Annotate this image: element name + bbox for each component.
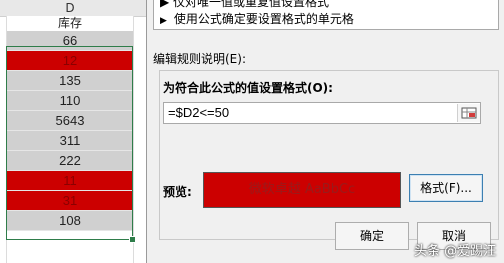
table-cell[interactable]: 31 [7,191,133,211]
gridline [133,16,134,263]
table-cell[interactable]: 108 [7,211,133,231]
watermark-text: 头条 @爱踢汪 [414,244,497,259]
column-header[interactable]: D [0,0,146,17]
rule-type-list[interactable]: ▶ 仅对唯一值或重复值设置格式 ▶ 使用公式确定要设置格式的单元格 [153,0,499,30]
table-cell[interactable]: 110 [7,91,133,111]
fill-handle[interactable] [129,236,136,243]
rule-type-label: 使用公式确定要设置格式的单元格 [173,12,354,26]
edit-rule-description-label: 编辑规则说明(E): [153,52,246,66]
table-cell[interactable]: 135 [7,71,133,91]
ok-button[interactable]: 确定 [335,222,409,250]
preview-label: 预览: [163,185,192,199]
format-preview: 微软卓越 AaBbCc [203,172,401,208]
column-title-cell[interactable]: 库存 [7,16,133,31]
column-letter: D [65,1,75,15]
table-cell[interactable]: 5643 [7,111,133,131]
table-cell[interactable]: 12 [7,51,133,71]
table-cell[interactable]: 222 [7,151,133,171]
rule-type-item-formula[interactable]: ▶ 使用公式确定要设置格式的单元格 [160,10,354,27]
triangle-right-icon: ▶ [160,16,167,26]
format-button[interactable]: 格式(F)... [409,174,483,202]
table-cell[interactable]: 11 [7,171,133,191]
table-cell[interactable]: 66 [7,31,133,51]
range-select-button[interactable] [457,104,480,122]
rule-type-item[interactable]: ▶ 仅对唯一值或重复值设置格式 [160,0,329,10]
range-select-icon [461,107,477,119]
formula-label: 为符合此公式的值设置格式(O): [163,81,333,95]
table-cell[interactable]: 311 [7,131,133,151]
edit-formatting-rule-dialog: ▶ 仅对唯一值或重复值设置格式 ▶ 使用公式确定要设置格式的单元格 编辑规则说明… [146,0,504,263]
formula-input[interactable]: =$D2<=50 [163,102,481,124]
spreadsheet: D 库存 66 12 135 110 5643 311 222 11 31 108 [0,0,146,263]
cell-range: 66 12 135 110 5643 311 222 11 31 108 [7,31,133,231]
